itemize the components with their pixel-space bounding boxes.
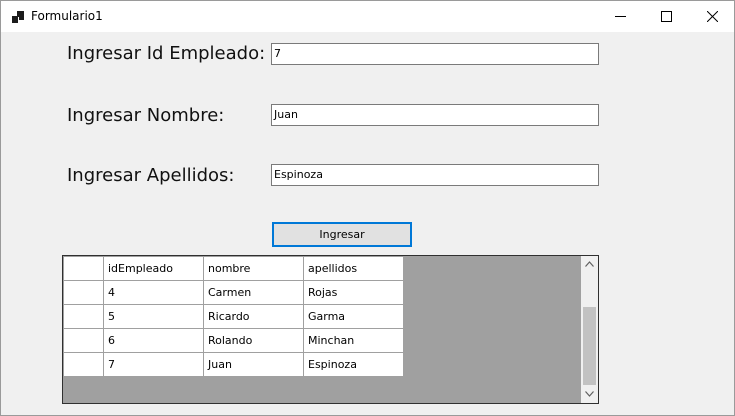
cell-nombre[interactable]: Ricardo [203, 304, 304, 329]
vertical-scrollbar[interactable] [581, 256, 598, 403]
cell-idempleado[interactable]: 5 [103, 304, 204, 329]
table-header-row: idEmpleado nombre apellidos [63, 256, 404, 281]
table-row[interactable]: 5 Ricardo Garma [63, 304, 404, 329]
chevron-up-icon [585, 261, 594, 267]
cell-apellidos[interactable]: Garma [303, 304, 404, 329]
row-header[interactable] [63, 328, 104, 353]
ingresar-button-label: Ingresar [319, 228, 365, 241]
window-title: Formulario1 [31, 9, 103, 23]
scroll-down-button[interactable] [581, 386, 598, 403]
id-empleado-label: Ingresar Id Empleado: [67, 43, 266, 64]
column-header-idempleado[interactable]: idEmpleado [103, 256, 204, 281]
main-window: Formulario1 Ingresar Id Empleado: 7 Ingr… [0, 0, 735, 416]
table-row[interactable]: 6 Rolando Minchan [63, 328, 404, 353]
scrollbar-thumb[interactable] [583, 307, 596, 385]
cell-idempleado[interactable]: 7 [103, 352, 204, 377]
column-header-nombre[interactable]: nombre [203, 256, 304, 281]
cell-nombre[interactable]: Rolando [203, 328, 304, 353]
chevron-down-icon [585, 391, 594, 397]
title-bar[interactable]: Formulario1 [1, 1, 734, 32]
close-button[interactable] [690, 1, 734, 32]
cell-nombre[interactable]: Carmen [203, 280, 304, 305]
row-header[interactable] [63, 304, 104, 329]
minimize-button[interactable] [598, 1, 644, 32]
id-empleado-input[interactable]: 7 [271, 43, 599, 65]
cell-idempleado[interactable]: 6 [103, 328, 204, 353]
employee-table: idEmpleado nombre apellidos 4 Carmen Roj… [63, 256, 404, 377]
row-header-corner[interactable] [63, 256, 104, 281]
nombre-label: Ingresar Nombre: [67, 105, 225, 126]
data-grid[interactable]: idEmpleado nombre apellidos 4 Carmen Roj… [62, 255, 599, 404]
cell-idempleado[interactable]: 4 [103, 280, 204, 305]
ingresar-button[interactable]: Ingresar [272, 222, 412, 247]
column-header-apellidos[interactable]: apellidos [303, 256, 404, 281]
minimize-icon [615, 16, 626, 17]
app-window-icon [12, 11, 24, 23]
scroll-up-button[interactable] [581, 256, 598, 273]
row-header[interactable] [63, 280, 104, 305]
close-icon [707, 11, 718, 22]
cell-apellidos[interactable]: Minchan [303, 328, 404, 353]
cell-apellidos[interactable]: Rojas [303, 280, 404, 305]
apellidos-input[interactable]: Espinoza [271, 164, 599, 186]
apellidos-label: Ingresar Apellidos: [67, 165, 235, 186]
cell-nombre[interactable]: Juan [203, 352, 304, 377]
table-row[interactable]: 4 Carmen Rojas [63, 280, 404, 305]
cell-apellidos[interactable]: Espinoza [303, 352, 404, 377]
maximize-button[interactable] [644, 1, 690, 32]
row-header[interactable] [63, 352, 104, 377]
maximize-icon [661, 11, 672, 22]
nombre-input[interactable]: Juan [271, 104, 599, 126]
table-row[interactable]: 7 Juan Espinoza [63, 352, 404, 377]
